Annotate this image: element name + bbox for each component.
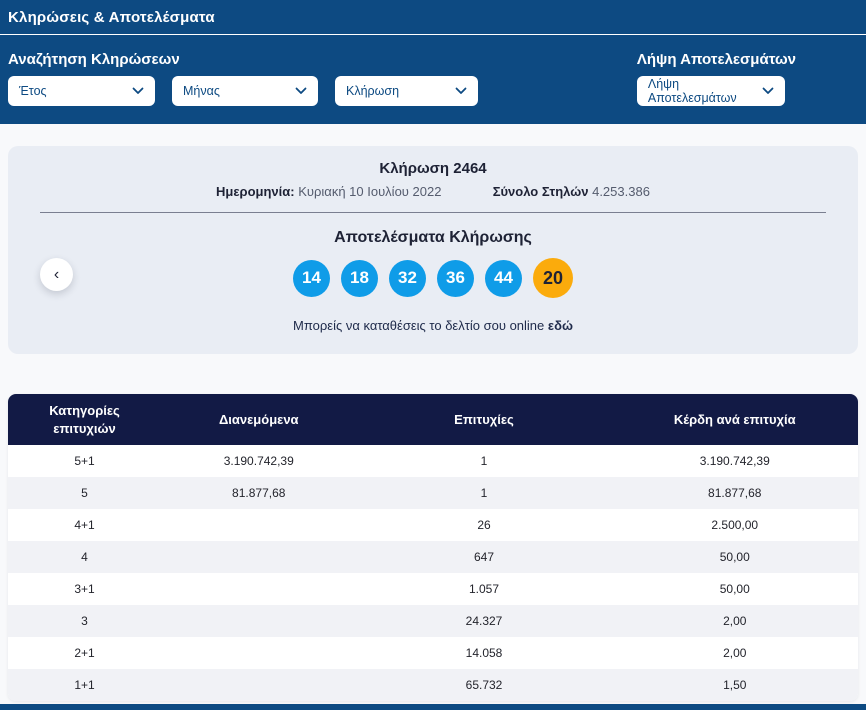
date-label: Ημερομηνία: bbox=[216, 184, 295, 199]
month-dropdown-value: Μήνας bbox=[183, 84, 220, 98]
winners-cell: 647 bbox=[357, 541, 612, 573]
card-divider bbox=[40, 212, 826, 213]
winning-number: 32 bbox=[389, 260, 426, 297]
header-prize: Κέρδη ανά επιτυχία bbox=[612, 394, 859, 445]
cta-text: Μπορείς να καταθέσεις το δελτίο σου onli… bbox=[293, 318, 544, 333]
total-columns-value: 4.253.386 bbox=[592, 184, 650, 199]
table-row: 5+13.190.742,3913.190.742,39 bbox=[8, 445, 858, 477]
chevron-down-icon bbox=[455, 87, 467, 95]
draw-meta: Ημερομηνία: Κυριακή 10 Ιουλίου 2022 Σύνο… bbox=[8, 184, 858, 199]
numbers-row: 14 18 32 36 44 20 bbox=[8, 258, 858, 298]
draw-results-heading: Αποτελέσματα Κλήρωσης bbox=[8, 229, 858, 247]
table-row: 2+1 14.0582,00 bbox=[8, 637, 858, 669]
date-value: Κυριακή 10 Ιουλίου 2022 bbox=[298, 184, 441, 199]
prize-cell: 2,00 bbox=[612, 605, 859, 637]
winners-cell: 1 bbox=[357, 445, 612, 477]
bonus-number: 20 bbox=[533, 258, 573, 298]
table-row: 3 24.3272,00 bbox=[8, 605, 858, 637]
distributed-cell bbox=[161, 509, 357, 541]
prize-cell: 1,50 bbox=[612, 669, 859, 701]
header-winners: Επιτυχίες bbox=[357, 394, 612, 445]
year-dropdown[interactable]: Έτος bbox=[8, 76, 155, 106]
table-row: 4+1 262.500,00 bbox=[8, 509, 858, 541]
prize-cell: 2.500,00 bbox=[612, 509, 859, 541]
winners-cell: 14.058 bbox=[357, 637, 612, 669]
draw-dropdown[interactable]: Κλήρωση bbox=[335, 76, 478, 106]
distributed-cell: 3.190.742,39 bbox=[161, 445, 357, 477]
chevron-down-icon bbox=[295, 87, 307, 95]
footer-strip bbox=[0, 704, 866, 710]
download-results-dropdown[interactable]: Λήψη Αποτελεσμάτων bbox=[637, 76, 785, 106]
category-cell: 4+1 bbox=[8, 509, 161, 541]
search-draws-heading: Αναζήτηση Κληρώσεων bbox=[8, 51, 478, 68]
winning-number: 36 bbox=[437, 260, 474, 297]
winners-cell: 1.057 bbox=[357, 573, 612, 605]
results-table: Κατηγορίες επιτυχιών Διανεμόμενα Επιτυχί… bbox=[8, 394, 858, 701]
chevron-down-icon bbox=[762, 87, 774, 95]
distributed-cell bbox=[161, 541, 357, 573]
prev-draw-button[interactable]: ‹ bbox=[40, 258, 73, 291]
draw-title: Κλήρωση 2464 bbox=[8, 160, 858, 177]
results-table-body: 5+13.190.742,3913.190.742,39581.877,6818… bbox=[8, 445, 858, 701]
category-cell: 1+1 bbox=[8, 669, 161, 701]
chevron-left-icon: ‹ bbox=[54, 266, 59, 283]
winners-cell: 26 bbox=[357, 509, 612, 541]
download-results-heading: Λήψη Αποτελεσμάτων bbox=[637, 51, 796, 68]
month-dropdown[interactable]: Μήνας bbox=[172, 76, 318, 106]
distributed-cell bbox=[161, 637, 357, 669]
header-distributed: Διανεμόμενα bbox=[161, 394, 357, 445]
category-cell: 3+1 bbox=[8, 573, 161, 605]
category-cell: 3 bbox=[8, 605, 161, 637]
table-row: 1+1 65.7321,50 bbox=[8, 669, 858, 701]
total-columns-label: Σύνολο Στηλών bbox=[493, 184, 589, 199]
category-cell: 5 bbox=[8, 477, 161, 509]
prize-cell: 3.190.742,39 bbox=[612, 445, 859, 477]
draw-dropdown-value: Κλήρωση bbox=[346, 84, 399, 98]
top-section: Κληρώσεις & Αποτελέσματα Αναζήτηση Κληρώ… bbox=[0, 0, 866, 124]
download-dropdown-value: Λήψη Αποτελεσμάτων bbox=[648, 77, 756, 105]
winners-cell: 1 bbox=[357, 477, 612, 509]
winning-number: 44 bbox=[485, 260, 522, 297]
category-cell: 4 bbox=[8, 541, 161, 573]
prize-cell: 81.877,68 bbox=[612, 477, 859, 509]
distributed-cell bbox=[161, 605, 357, 637]
distributed-cell: 81.877,68 bbox=[161, 477, 357, 509]
winning-number: 14 bbox=[293, 260, 330, 297]
table-row: 4 64750,00 bbox=[8, 541, 858, 573]
prize-cell: 2,00 bbox=[612, 637, 859, 669]
table-row: 581.877,68181.877,68 bbox=[8, 477, 858, 509]
cta-line: Μπορείς να καταθέσεις το δελτίο σου onli… bbox=[8, 318, 858, 333]
year-dropdown-value: Έτος bbox=[19, 84, 47, 98]
draw-card: ‹ Κλήρωση 2464 Ημερομηνία: Κυριακή 10 Ιο… bbox=[8, 146, 858, 354]
winners-cell: 24.327 bbox=[357, 605, 612, 637]
prize-cell: 50,00 bbox=[612, 573, 859, 605]
distributed-cell bbox=[161, 669, 357, 701]
winning-number: 18 bbox=[341, 260, 378, 297]
cta-link[interactable]: εδώ bbox=[548, 318, 573, 333]
table-header-row: Κατηγορίες επιτυχιών Διανεμόμενα Επιτυχί… bbox=[8, 394, 858, 445]
chevron-down-icon bbox=[132, 87, 144, 95]
winners-cell: 65.732 bbox=[357, 669, 612, 701]
category-cell: 5+1 bbox=[8, 445, 161, 477]
header-categories: Κατηγορίες επιτυχιών bbox=[8, 394, 161, 445]
prize-cell: 50,00 bbox=[612, 541, 859, 573]
page-title: Κληρώσεις & Αποτελέσματα bbox=[0, 0, 866, 35]
distributed-cell bbox=[161, 573, 357, 605]
category-cell: 2+1 bbox=[8, 637, 161, 669]
table-row: 3+1 1.05750,00 bbox=[8, 573, 858, 605]
